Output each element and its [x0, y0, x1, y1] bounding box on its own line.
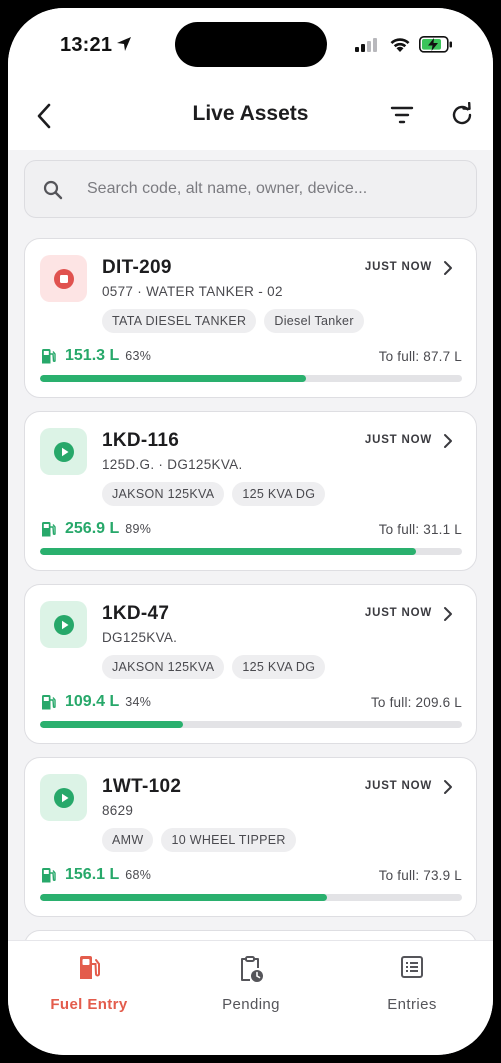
- fuel-pump-icon: [80, 956, 100, 979]
- tag: Diesel Tanker: [264, 309, 364, 333]
- play-circle-icon: [53, 614, 74, 635]
- last-updated: JUST NOW: [364, 434, 432, 446]
- fuel-pump-icon: [42, 868, 56, 883]
- tab-pending[interactable]: Pending: [170, 941, 332, 1031]
- asset-code: 1WT-102: [102, 776, 182, 797]
- fuel-row: 156.1 L 68% To full: 73.9 L: [40, 865, 462, 887]
- page-title: Live Assets: [192, 102, 309, 125]
- fuel-level: 156.1 L 68%: [65, 866, 151, 884]
- phone-screen: 13:21 Live Assets Search code, alt name,…: [8, 8, 493, 1055]
- asset-tags: JAKSON 125KVA 125 KVA DG: [102, 655, 326, 679]
- asset-card[interactable]: 1WT-102 8629 JUST NOW AMW 10 WHEEL TIPPE…: [24, 757, 477, 917]
- to-full: To full: 209.6 L: [370, 695, 462, 710]
- tag: TATA DIESEL TANKER: [102, 309, 257, 333]
- asset-subtitle: 8629: [102, 803, 134, 818]
- tag: 125 KVA DG: [232, 655, 326, 679]
- clipboard-clock-icon: [241, 956, 263, 982]
- tag: JAKSON 125KVA: [102, 482, 225, 506]
- asset-subtitle: 0577 · WATER TANKER - 02: [102, 284, 283, 299]
- fuel-progress-bar: [40, 548, 462, 555]
- status-bar: 13:21: [8, 8, 493, 84]
- asset-code: 1KD-116: [102, 430, 180, 451]
- app-header: Live Assets: [8, 84, 493, 150]
- fuel-progress-fill: [40, 894, 327, 901]
- filter-icon[interactable]: [389, 104, 415, 126]
- fuel-pump-icon: [42, 695, 56, 710]
- last-updated: JUST NOW: [364, 261, 432, 273]
- stop-circle-icon: [53, 268, 74, 289]
- fuel-row: 256.9 L 89% To full: 31.1 L: [40, 519, 462, 541]
- last-updated: JUST NOW: [364, 780, 432, 792]
- asset-subtitle: 125D.G. · DG125KVA.: [102, 457, 243, 472]
- fuel-liters: 109.4 L: [65, 693, 120, 710]
- dynamic-island: [175, 22, 327, 67]
- refresh-icon[interactable]: [449, 102, 475, 128]
- fuel-liters: 156.1 L: [65, 866, 120, 883]
- fuel-percent: 34%: [125, 695, 152, 709]
- fuel-liters: 256.9 L: [65, 520, 120, 537]
- search-input[interactable]: [87, 169, 457, 209]
- fuel-progress-bar: [40, 721, 462, 728]
- fuel-pump-icon: [42, 522, 56, 537]
- fuel-level: 151.3 L 63%: [65, 347, 151, 365]
- fuel-progress-bar: [40, 894, 462, 901]
- status-badge: [40, 255, 87, 302]
- chevron-right-icon: [444, 261, 452, 275]
- fuel-row: 151.3 L 63% To full: 87.7 L: [40, 346, 462, 368]
- fuel-liters: 151.3 L: [65, 347, 120, 364]
- chevron-right-icon: [444, 607, 452, 621]
- fuel-level: 109.4 L 34%: [65, 693, 151, 711]
- wifi-icon: [390, 38, 410, 52]
- bottom-tab-bar: Fuel Entry Pending Entries: [8, 940, 493, 1055]
- fuel-progress-fill: [40, 721, 184, 728]
- asset-subtitle: DG125KVA.: [102, 630, 178, 645]
- status-time: 13:21: [60, 34, 113, 56]
- play-circle-icon: [53, 441, 74, 462]
- cellular-signal-icon: [355, 38, 377, 52]
- tag: AMW: [102, 828, 154, 852]
- location-arrow-icon: [117, 37, 131, 51]
- fuel-percent: 68%: [125, 868, 152, 882]
- to-full: To full: 73.9 L: [378, 868, 462, 883]
- to-full: To full: 31.1 L: [378, 522, 462, 537]
- asset-tags: AMW 10 WHEEL TIPPER: [102, 828, 296, 852]
- fuel-progress-fill: [40, 375, 306, 382]
- fuel-progress-bar: [40, 375, 462, 382]
- chevron-right-icon: [444, 780, 452, 794]
- tag: 10 WHEEL TIPPER: [161, 828, 296, 852]
- tag: 125 KVA DG: [232, 482, 326, 506]
- to-full: To full: 87.7 L: [378, 349, 462, 364]
- status-badge: [40, 428, 87, 475]
- tag: JAKSON 125KVA: [102, 655, 225, 679]
- last-updated: JUST NOW: [364, 607, 432, 619]
- fuel-pump-icon: [42, 349, 56, 364]
- tab-label: Pending: [222, 996, 280, 1013]
- tab-entries[interactable]: Entries: [331, 941, 493, 1031]
- asset-code: 1KD-47: [102, 603, 170, 624]
- tab-label: Entries: [387, 996, 437, 1013]
- battery-charging-icon: [419, 36, 452, 53]
- fuel-level: 256.9 L 89%: [65, 520, 151, 538]
- tab-fuel-entry[interactable]: Fuel Entry: [8, 941, 170, 1031]
- status-badge: [40, 601, 87, 648]
- fuel-progress-fill: [40, 548, 416, 555]
- play-circle-icon: [53, 787, 74, 808]
- chevron-right-icon: [444, 434, 452, 448]
- fuel-percent: 63%: [125, 349, 152, 363]
- fuel-row: 109.4 L 34% To full: 209.6 L: [40, 692, 462, 714]
- tab-label: Fuel Entry: [50, 996, 128, 1013]
- asset-card[interactable]: 1KD-47 DG125KVA. JUST NOW JAKSON 125KVA …: [24, 584, 477, 744]
- asset-card[interactable]: 1KD-116 125D.G. · DG125KVA. JUST NOW JAK…: [24, 411, 477, 571]
- asset-tags: JAKSON 125KVA 125 KVA DG: [102, 482, 326, 506]
- search-icon: [43, 180, 63, 200]
- status-badge: [40, 774, 87, 821]
- fuel-percent: 89%: [125, 522, 152, 536]
- search-bar: [24, 160, 477, 218]
- list-icon: [401, 956, 423, 978]
- asset-code: DIT-209: [102, 257, 172, 278]
- asset-tags: TATA DIESEL TANKER Diesel Tanker: [102, 309, 364, 333]
- asset-card[interactable]: DIT-209 0577 · WATER TANKER - 02 JUST NO…: [24, 238, 477, 398]
